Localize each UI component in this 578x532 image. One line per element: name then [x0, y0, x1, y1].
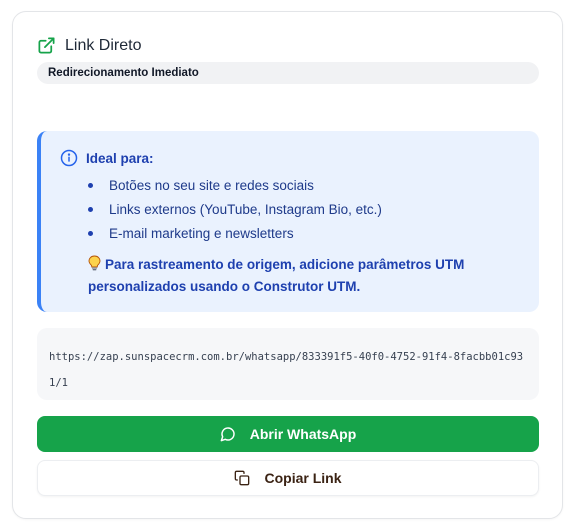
- chat-bubble-icon: [220, 426, 236, 442]
- lightbulb-icon: [88, 255, 101, 277]
- open-whatsapp-label: Abrir WhatsApp: [249, 426, 357, 442]
- list-item: Botões no seu site e redes sociais: [88, 175, 382, 199]
- list-item: E-mail marketing e newsletters: [88, 223, 382, 247]
- external-link-icon: [37, 36, 56, 55]
- subtitle-text: Redirecionamento Imediato: [48, 67, 199, 79]
- info-panel: Ideal para: Botões no seu site e redes s…: [37, 131, 539, 312]
- card-title: Link Direto: [65, 36, 142, 54]
- copy-link-button[interactable]: Copiar Link: [37, 460, 539, 496]
- info-header: Ideal para:: [60, 149, 154, 167]
- link-url[interactable]: https://zap.sunspacecrm.com.br/whatsapp/…: [49, 344, 527, 396]
- utm-tip: Para rastreamento de origem, adicione pa…: [88, 255, 508, 297]
- use-case-list: Botões no seu site e redes sociais Links…: [88, 175, 382, 247]
- card-header: Link Direto: [37, 36, 141, 55]
- info-title: Ideal para:: [86, 150, 154, 166]
- open-whatsapp-button[interactable]: Abrir WhatsApp: [37, 416, 539, 452]
- subtitle-badge: Redirecionamento Imediato: [37, 62, 539, 84]
- copy-icon: [234, 470, 250, 486]
- info-icon: [60, 149, 78, 167]
- list-item: Links externos (YouTube, Instagram Bio, …: [88, 199, 382, 223]
- url-box: https://zap.sunspacecrm.com.br/whatsapp/…: [37, 328, 539, 400]
- tip-text: Para rastreamento de origem, adicione pa…: [88, 257, 465, 294]
- copy-link-label: Copiar Link: [264, 470, 342, 486]
